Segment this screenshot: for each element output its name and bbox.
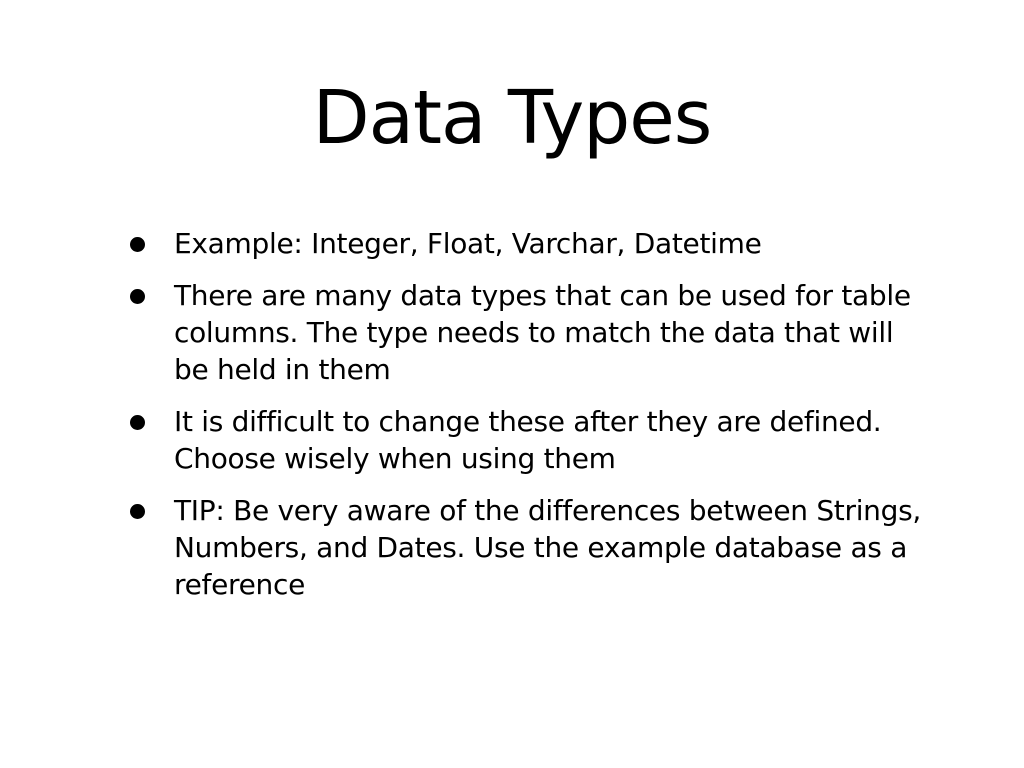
bullet-item: It is difficult to change these after th… — [128, 403, 928, 477]
bullet-point-icon — [130, 415, 145, 430]
bullet-item: Example: Integer, Float, Varchar, Dateti… — [128, 225, 928, 262]
presentation-slide: Data Types Example: Integer, Float, Varc… — [0, 0, 1024, 768]
bullet-item: TIP: Be very aware of the differences be… — [128, 492, 928, 603]
bullet-text: There are many data types that can be us… — [174, 279, 911, 386]
bullet-list: Example: Integer, Float, Varchar, Dateti… — [128, 225, 928, 618]
bullet-point-icon — [130, 237, 145, 252]
bullet-point-icon — [130, 289, 145, 304]
bullet-text: It is difficult to change these after th… — [174, 405, 882, 475]
bullet-text: TIP: Be very aware of the differences be… — [174, 494, 921, 601]
bullet-text: Example: Integer, Float, Varchar, Dateti… — [174, 227, 762, 260]
bullet-item: There are many data types that can be us… — [128, 277, 928, 388]
slide-title: Data Types — [312, 75, 713, 161]
bullet-point-icon — [130, 504, 145, 519]
